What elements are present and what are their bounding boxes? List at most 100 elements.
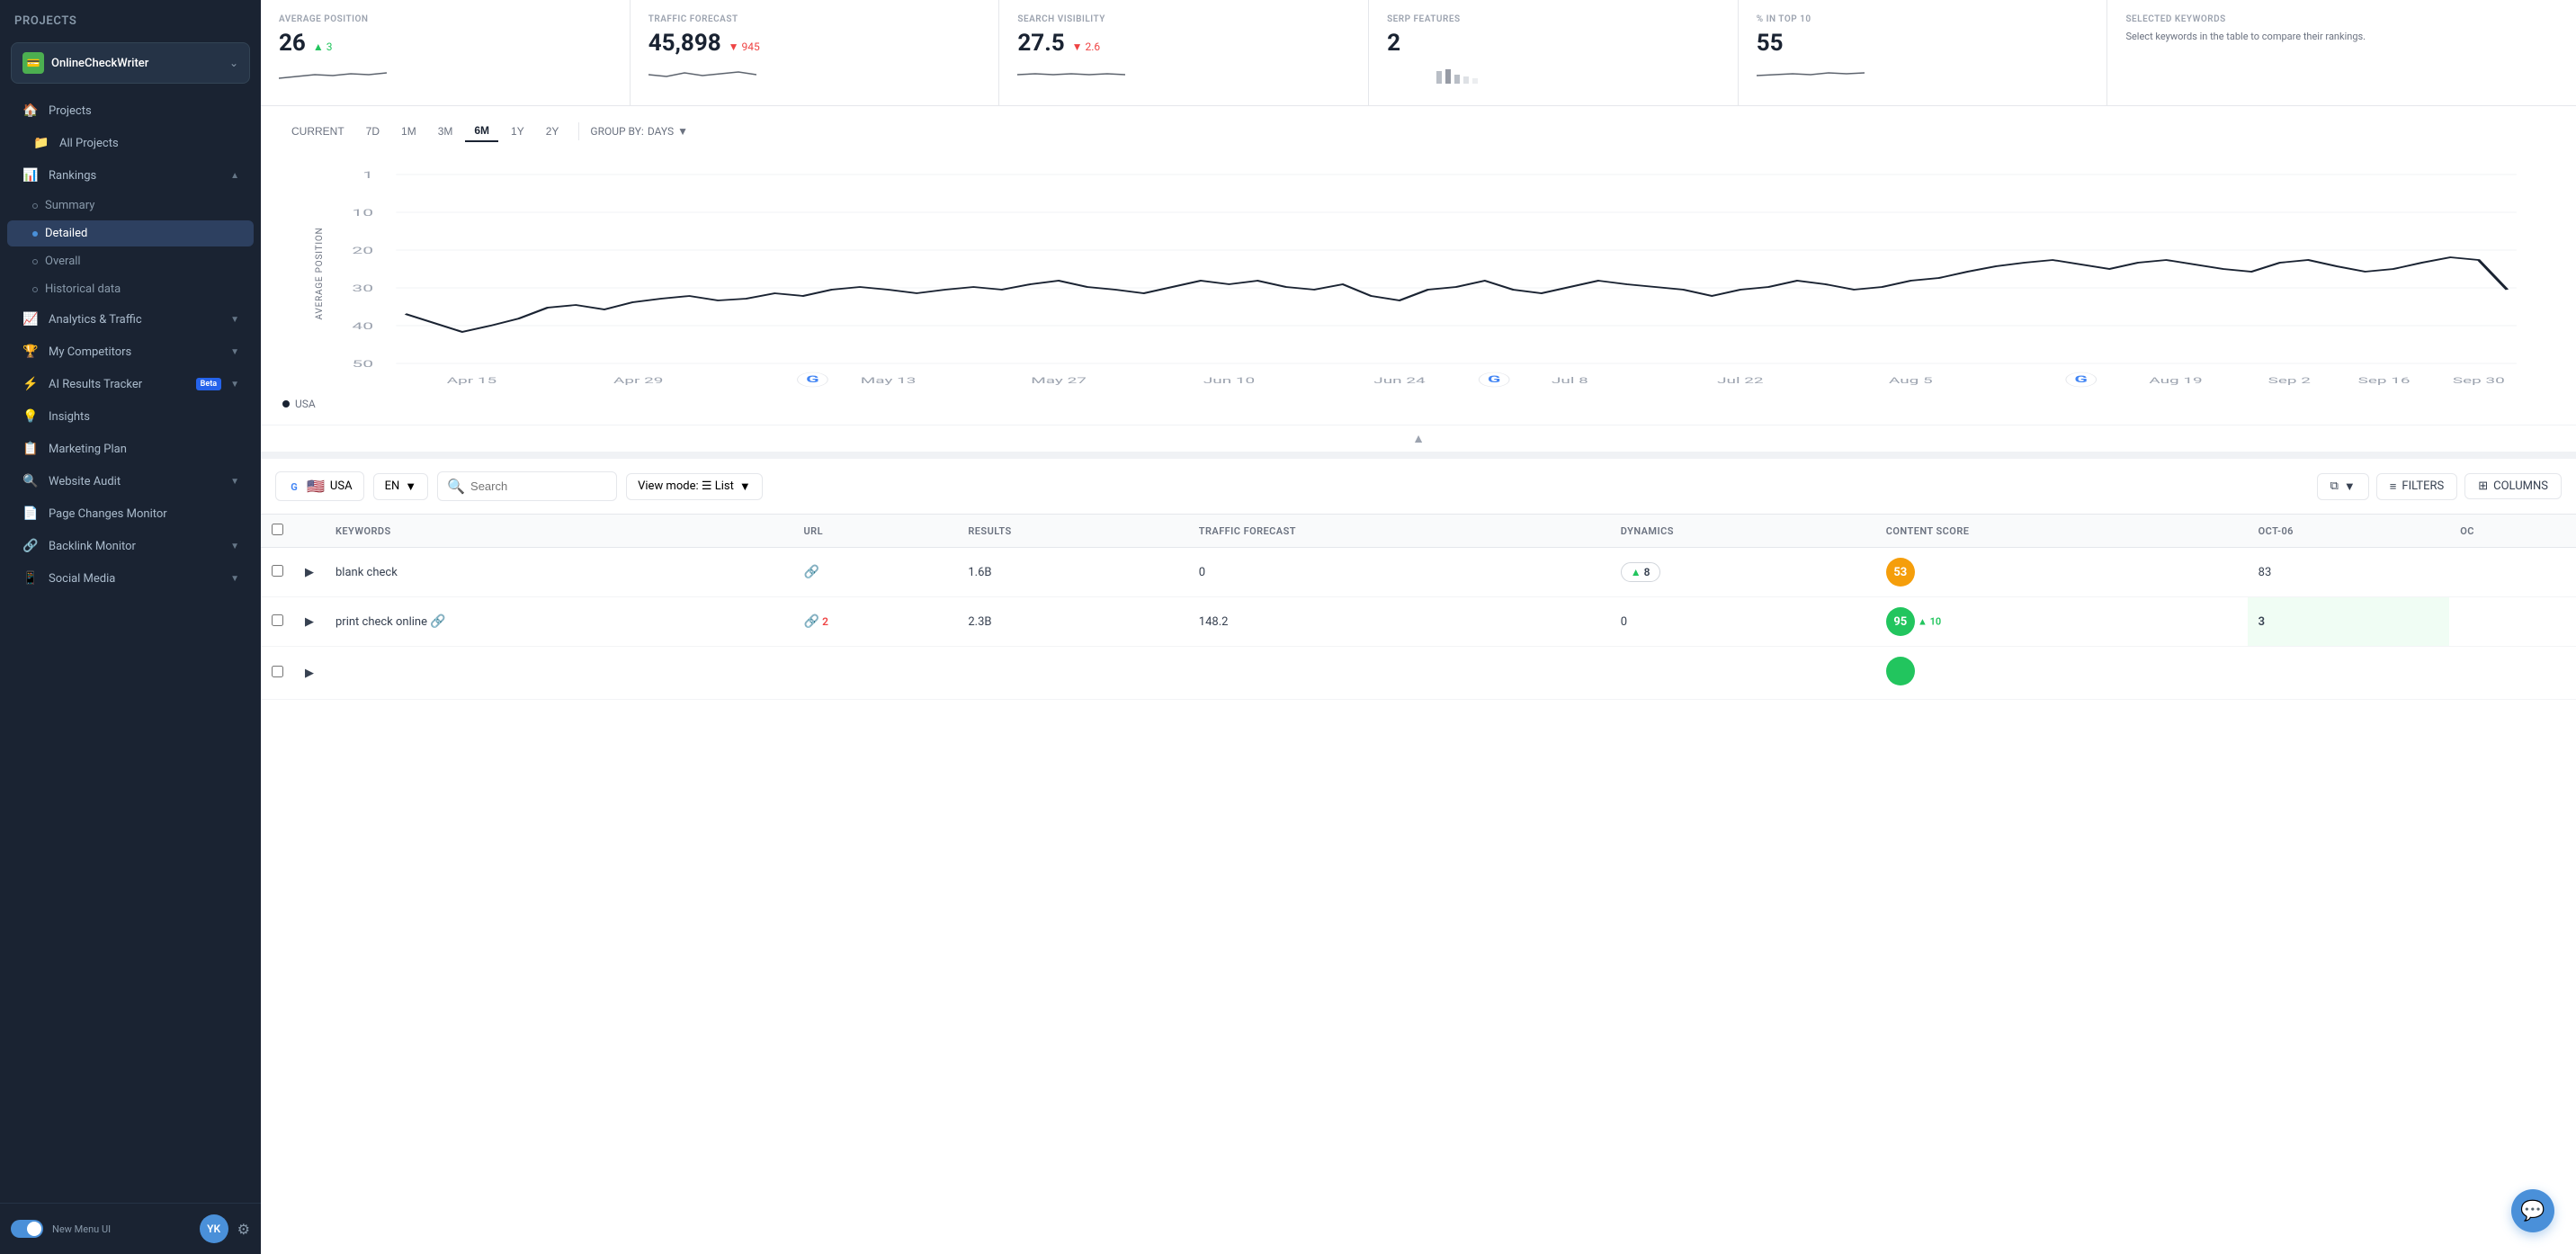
website-audit-icon: 🔍: [22, 474, 40, 488]
stats-bar: AVERAGE POSITION 26 ▲ 3 TRAFFIC FORECAST…: [261, 0, 2576, 106]
avg-position-delta: ▲ 3: [313, 40, 333, 53]
backlink-monitor-icon: 🔗: [22, 539, 40, 553]
row3-checkbox[interactable]: [272, 666, 283, 677]
row1-checkbox-cell[interactable]: [261, 548, 294, 597]
filters-button[interactable]: ≡ FILTERS: [2376, 473, 2457, 500]
sidebar-item-ai-tracker[interactable]: ⚡ AI Results Tracker Beta ▼: [7, 369, 254, 399]
new-menu-label: New Menu UI: [52, 1223, 111, 1235]
time-btn-2y[interactable]: 2Y: [537, 121, 568, 141]
svg-text:Jul 8: Jul 8: [1552, 376, 1588, 386]
select-all-checkbox[interactable]: [272, 524, 283, 535]
row3-url: [792, 647, 957, 700]
row2-checkbox[interactable]: [272, 614, 283, 626]
view-mode-chevron-icon: ▼: [739, 479, 751, 494]
time-btn-current[interactable]: CURRENT: [282, 121, 353, 141]
group-by-selector[interactable]: GROUP BY: DAYS ▼: [590, 125, 688, 138]
th-content-score[interactable]: CONTENT SCORE: [1875, 515, 2248, 548]
th-oct06[interactable]: OCT-06: [2248, 515, 2450, 548]
sidebar-item-rankings[interactable]: 📊 Rankings ▲: [7, 160, 254, 191]
sidebar-item-marketing-plan[interactable]: 📋 Marketing Plan: [7, 434, 254, 464]
row1-results: 1.6B: [957, 548, 1187, 597]
time-btn-1y[interactable]: 1Y: [502, 121, 533, 141]
row2-checkbox-cell[interactable]: [261, 597, 294, 647]
sidebar-item-analytics[interactable]: 📈 Analytics & Traffic ▼: [7, 304, 254, 335]
avg-position-label: AVERAGE POSITION: [279, 14, 612, 24]
chat-bubble[interactable]: 💬: [2511, 1189, 2554, 1232]
row2-keyword: print check online 🔗: [325, 597, 792, 647]
analytics-label: Analytics & Traffic: [49, 313, 221, 327]
th-keywords[interactable]: KEYWORDS: [325, 515, 792, 548]
sidebar-item-insights[interactable]: 💡 Insights: [7, 401, 254, 432]
stat-card-selected-keywords: SELECTED KEYWORDS Select keywords in the…: [2107, 0, 2576, 105]
sidebar-sub-historical[interactable]: Historical data: [7, 276, 254, 302]
divider: [578, 122, 579, 140]
th-url[interactable]: URL: [792, 515, 957, 548]
sidebar-item-website-audit[interactable]: 🔍 Website Audit ▼: [7, 466, 254, 497]
search-box[interactable]: 🔍: [437, 471, 617, 501]
row1-url[interactable]: 🔗: [792, 548, 957, 597]
project-name: OnlineCheckWriter: [51, 57, 222, 70]
search-input[interactable]: [470, 479, 607, 493]
columns-button[interactable]: ⊞ COLUMNS: [2464, 473, 2562, 499]
th-expand: [294, 515, 325, 548]
main-content: AVERAGE POSITION 26 ▲ 3 TRAFFIC FORECAST…: [261, 0, 2576, 1254]
overall-dot: [32, 259, 38, 264]
filters-label: FILTERS: [2402, 479, 2444, 493]
sidebar-sub-overall[interactable]: Overall: [7, 248, 254, 274]
sidebar-item-projects[interactable]: 🏠 Projects: [7, 95, 254, 126]
row2-score-badge: 95: [1886, 607, 1915, 636]
avatar: YK: [200, 1214, 228, 1243]
row3-score-badge: [1886, 657, 1915, 685]
country-selector[interactable]: G 🇺🇸 USA: [275, 471, 364, 501]
settings-icon[interactable]: ⚙: [237, 1221, 250, 1238]
collapse-bar[interactable]: ▲: [261, 425, 2576, 452]
new-menu-toggle[interactable]: [11, 1220, 43, 1238]
stat-card-search-visibility: SEARCH VISIBILITY 27.5 ▼ 2.6: [999, 0, 1369, 105]
project-selector[interactable]: 💳 OnlineCheckWriter ⌄: [11, 42, 250, 84]
time-btn-7d[interactable]: 7D: [357, 121, 389, 141]
selected-keywords-label: SELECTED KEYWORDS: [2125, 14, 2558, 24]
filter-icon: ≡: [2390, 479, 2397, 494]
view-mode-selector[interactable]: View mode: ☰ List ▼: [626, 473, 763, 500]
row1-checkbox[interactable]: [272, 565, 283, 577]
th-traffic-forecast[interactable]: TRAFFIC FORECAST: [1188, 515, 1610, 548]
th-results[interactable]: RESULTS: [957, 515, 1187, 548]
th-dynamics[interactable]: DYNAMICS: [1610, 515, 1875, 548]
sidebar-item-backlink-monitor[interactable]: 🔗 Backlink Monitor ▼: [7, 531, 254, 561]
svg-text:Jun 10: Jun 10: [1203, 376, 1255, 386]
sidebar-item-page-changes[interactable]: 📄 Page Changes Monitor: [7, 498, 254, 529]
time-btn-6m[interactable]: 6M: [465, 121, 498, 142]
row3-checkbox-cell[interactable]: [261, 647, 294, 700]
columns-icon: ⊞: [2478, 479, 2488, 493]
row1-dynamics: ▲ 8: [1610, 548, 1875, 597]
time-btn-3m[interactable]: 3M: [429, 121, 462, 141]
th-oc[interactable]: OC: [2449, 515, 2576, 548]
row1-url-icon[interactable]: 🔗: [803, 565, 818, 579]
main-chart: 1 10 20 30 40 50 Apr 15 Apr 29 G May 13 …: [282, 157, 2554, 390]
svg-text:40: 40: [352, 322, 373, 333]
detailed-label: Detailed: [45, 227, 87, 240]
time-btn-1m[interactable]: 1M: [392, 121, 425, 141]
row1-keyword-text: blank check: [335, 566, 398, 579]
svg-text:G: G: [1488, 375, 1500, 386]
row2-expand[interactable]: ▶: [294, 597, 325, 647]
project-chevron-icon: ⌄: [229, 57, 238, 69]
table-toolbar: G 🇺🇸 USA EN ▼ 🔍 View mode: ☰ List ▼ ⧉: [261, 459, 2576, 515]
sidebar-sub-summary[interactable]: Summary: [7, 193, 254, 219]
sidebar-item-competitors[interactable]: 🏆 My Competitors ▼: [7, 336, 254, 367]
stat-card-avg-position: AVERAGE POSITION 26 ▲ 3: [261, 0, 631, 105]
chat-icon: 💬: [2520, 1200, 2545, 1223]
language-selector[interactable]: EN ▼: [373, 473, 429, 500]
row3-expand[interactable]: ▶: [294, 647, 325, 700]
th-select-all[interactable]: [261, 515, 294, 548]
sidebar-item-social-media[interactable]: 📱 Social Media ▼: [7, 563, 254, 594]
sidebar-sub-detailed[interactable]: Detailed: [7, 220, 254, 246]
row1-expand[interactable]: ▶: [294, 548, 325, 597]
row2-link-icon[interactable]: 🔗: [430, 614, 445, 629]
row2-url-icon[interactable]: 🔗: [803, 614, 818, 629]
search-visibility-chart: [1017, 62, 1125, 87]
sidebar-item-all-projects[interactable]: 📁 All Projects: [7, 128, 254, 158]
copy-button[interactable]: ⧉ ▼: [2317, 473, 2369, 500]
overall-label: Overall: [45, 255, 81, 268]
row2-url[interactable]: 🔗 2: [792, 597, 957, 647]
